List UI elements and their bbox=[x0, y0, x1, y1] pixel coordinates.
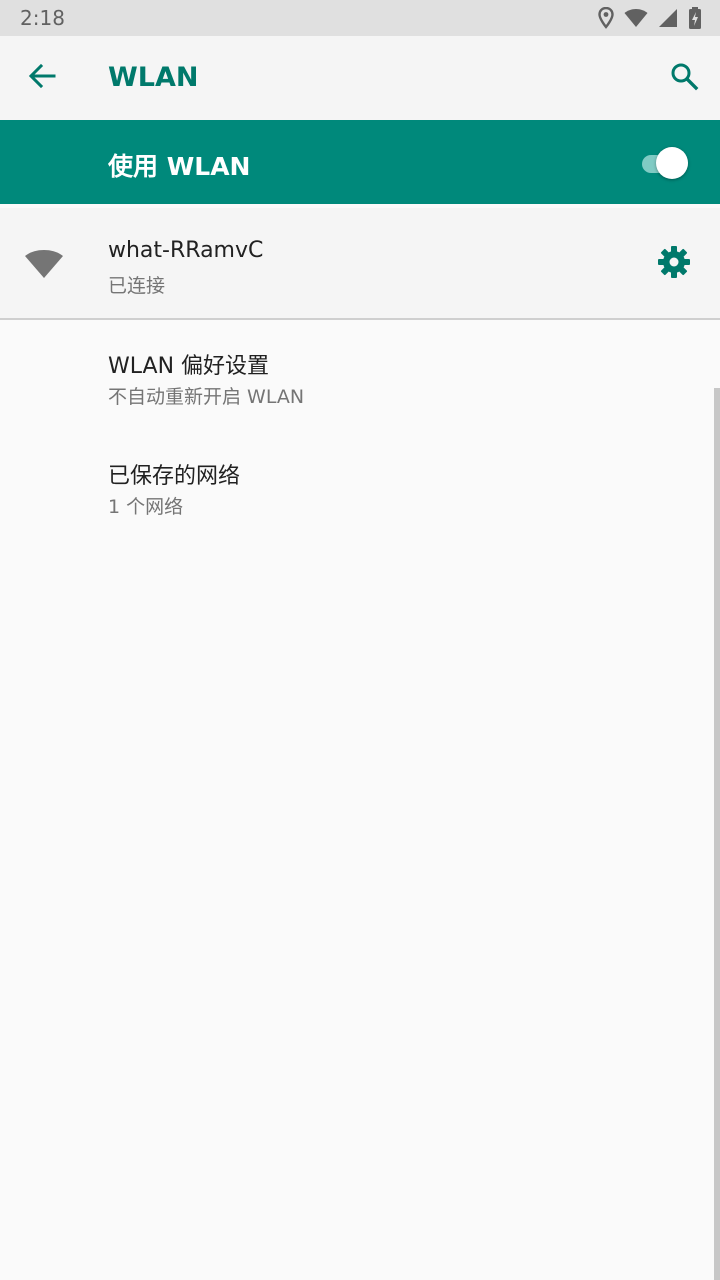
scrollbar[interactable] bbox=[714, 388, 720, 1280]
toggle-thumb bbox=[656, 147, 688, 179]
wifi-signal-icon bbox=[624, 8, 648, 28]
pref-title: WLAN 偏好设置 bbox=[108, 354, 270, 379]
network-status: 已连接 bbox=[108, 275, 166, 297]
wlan-toggle[interactable] bbox=[638, 146, 694, 179]
search-button[interactable] bbox=[664, 58, 704, 98]
search-icon bbox=[669, 61, 699, 95]
gear-icon bbox=[657, 245, 691, 283]
arrow-back-icon bbox=[28, 62, 56, 94]
network-name: what-RRamvC bbox=[108, 238, 264, 263]
back-button[interactable] bbox=[22, 58, 62, 98]
wlan-switch-label: 使用 WLAN bbox=[108, 152, 251, 181]
saved-networks-item[interactable]: 已保存的网络 1 个网络 bbox=[0, 432, 720, 542]
battery-charging-icon bbox=[688, 7, 702, 29]
pref-summary: 不自动重新开启 WLAN bbox=[108, 386, 305, 408]
network-settings-button[interactable] bbox=[656, 246, 692, 282]
pref-title: 已保存的网络 bbox=[108, 464, 241, 489]
wlan-master-switch-bar[interactable]: 使用 WLAN bbox=[0, 120, 720, 204]
app-toolbar: WLAN bbox=[0, 36, 720, 120]
wlan-preferences-item[interactable]: WLAN 偏好设置 不自动重新开启 WLAN bbox=[0, 322, 720, 432]
pref-summary: 1 个网络 bbox=[108, 496, 184, 518]
status-bar: 2:18 bbox=[0, 0, 720, 36]
cell-signal-icon bbox=[658, 8, 678, 28]
connected-network-item[interactable]: what-RRamvC 已连接 bbox=[0, 208, 720, 320]
location-icon bbox=[598, 7, 614, 29]
wifi-icon bbox=[24, 248, 64, 280]
status-time: 2:18 bbox=[20, 6, 65, 30]
status-icons bbox=[598, 7, 702, 29]
page-title: WLAN bbox=[108, 62, 199, 93]
